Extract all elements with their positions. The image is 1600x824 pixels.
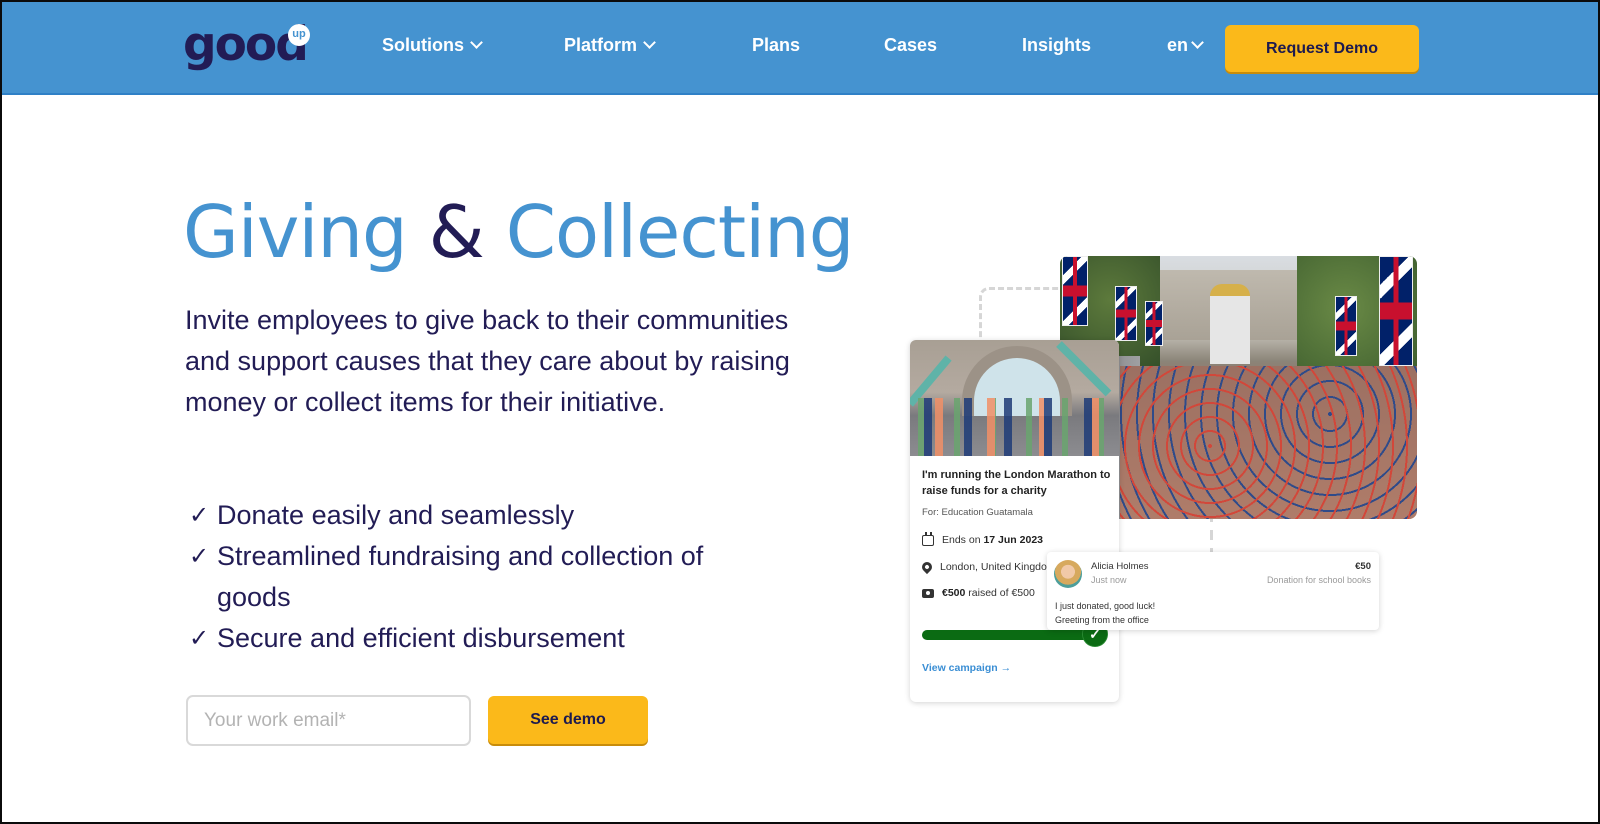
donation-icon (922, 588, 934, 598)
campaign-card: I'm running the London Marathon to raise… (910, 340, 1119, 702)
feature-text: Secure and efficient disbursement (217, 623, 625, 653)
donation-notification: Alicia Holmes Just now €50 Donation for … (1047, 552, 1379, 630)
check-icon: ✓ (189, 543, 210, 570)
nav-label: Solutions (382, 35, 464, 55)
nav-label: Platform (564, 35, 638, 55)
language-label: en (1167, 35, 1189, 55)
avatar (1054, 560, 1082, 588)
union-flag-icon (1062, 256, 1088, 326)
feature-text: Streamlined fundraising and collection o… (217, 541, 704, 612)
campaign-end-date: Ends on 17 Jun 2023 (922, 531, 1043, 546)
donor-name: Alicia Holmes (1091, 561, 1149, 572)
donation-purpose: Donation for school books (1266, 575, 1371, 585)
runners-road (1120, 366, 1417, 519)
see-demo-button[interactable]: See demo (488, 696, 648, 744)
raised-amount: €500 (942, 587, 966, 599)
marathon-photo-bridge (910, 340, 1119, 456)
request-demo-button[interactable]: Request Demo (1225, 25, 1419, 72)
nav-label: Insights (1022, 35, 1092, 55)
logo-badge: up (288, 24, 310, 46)
union-flag-icon (1335, 296, 1357, 356)
campaign-beneficiary: For: Education Guatamala (922, 507, 1033, 518)
check-icon: ✓ (189, 502, 210, 529)
nav-solutions[interactable]: Solutions (382, 35, 483, 56)
feature-item: ✓ Donate easily and seamlessly (189, 495, 749, 536)
feature-item: ✓ Secure and efficient disbursement (189, 618, 749, 659)
language-selector[interactable]: en (1167, 35, 1204, 56)
runners-shape (910, 398, 1119, 456)
union-flag-icon (1145, 301, 1163, 346)
page-title: Giving & Collecting (183, 190, 855, 274)
nav-label: Cases (884, 35, 938, 55)
end-date-text: Ends on 17 Jun 2023 (942, 534, 1043, 546)
donation-message: I just donated, good luck! Greeting from… (1055, 599, 1155, 627)
raised-text: €500 raised of €500 (942, 587, 1035, 599)
logo[interactable]: good (183, 20, 309, 70)
end-prefix: Ends on (942, 534, 984, 546)
calendar-icon (922, 531, 934, 546)
nav-label: Plans (752, 35, 801, 55)
statue-shape (1210, 284, 1250, 364)
nav-cases[interactable]: Cases (884, 35, 937, 56)
nav-insights[interactable]: Insights (1022, 35, 1091, 56)
message-line: I just donated, good luck! (1055, 601, 1156, 611)
hero-description: Invite employees to give back to their c… (185, 305, 790, 417)
nav-platform[interactable]: Platform (564, 35, 656, 56)
campaign-title: I'm running the London Marathon to raise… (922, 469, 1111, 497)
chevron-down-icon (1191, 36, 1204, 49)
location-text: London, United Kingdom (940, 561, 1056, 573)
chevron-down-icon (643, 36, 656, 49)
progress-fill (922, 630, 1098, 640)
message-line: Greeting from the office (1055, 615, 1149, 625)
check-icon: ✓ (189, 625, 210, 652)
feature-list: ✓ Donate easily and seamlessly ✓ Streaml… (189, 495, 749, 659)
donation-amount: €50 (1355, 561, 1371, 572)
feature-item: ✓ Streamlined fundraising and collection… (189, 536, 749, 618)
location-pin-icon (919, 559, 935, 575)
title-collecting: Collecting (505, 190, 855, 274)
title-ampersand: & (428, 190, 485, 274)
union-flag-icon (1379, 256, 1413, 366)
title-giving: Giving (183, 190, 408, 274)
site-header: good up Solutions Platform Plans Cases I… (2, 2, 1598, 95)
campaign-progress-bar (922, 630, 1098, 640)
campaign-location: London, United Kingdom (919, 559, 1056, 575)
work-email-input[interactable] (186, 695, 471, 746)
view-campaign-link[interactable]: View campaign → (922, 662, 1011, 674)
end-date: 17 Jun 2023 (983, 534, 1043, 546)
raised-goal: raised of €500 (965, 587, 1035, 599)
chevron-down-icon (470, 36, 483, 49)
campaign-raised: €500 raised of €500 (922, 587, 1035, 599)
nav-plans[interactable]: Plans (752, 35, 800, 56)
feature-text: Donate easily and seamlessly (217, 500, 575, 530)
donation-time: Just now (1091, 575, 1127, 585)
union-flag-icon (1115, 286, 1137, 341)
